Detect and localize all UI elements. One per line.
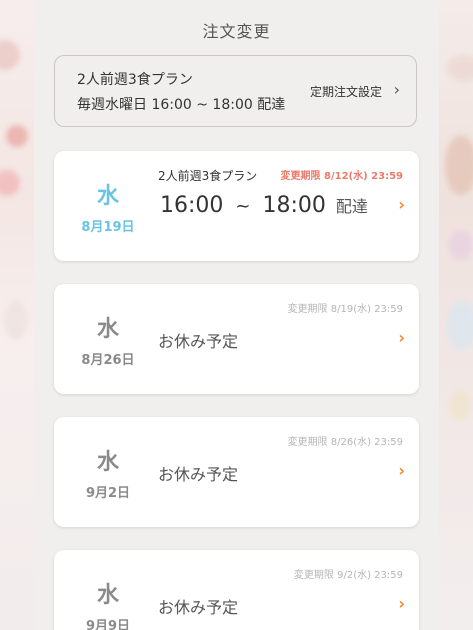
background-decoration: [447, 300, 473, 350]
background-decoration: [449, 230, 473, 260]
delivery-card[interactable]: 水 8月26日 変更期限 8/19(水) 23:59 お休み予定 ›: [54, 284, 419, 394]
delivery-time-start: 16:00: [160, 193, 224, 218]
background-decoration: [449, 390, 471, 420]
order-change-panel: 注文変更 2人前週3食プラン 毎週水曜日 16:00 ~ 18:00 配達 定期…: [34, 0, 439, 630]
recurring-order-settings-button[interactable]: 2人前週3食プラン 毎週水曜日 16:00 ~ 18:00 配達 定期注文設定 …: [54, 55, 417, 127]
delivery-weekday: 水: [96, 184, 119, 209]
background-decoration: [4, 300, 28, 340]
chevron-right-icon: ›: [398, 461, 405, 480]
recurring-order-settings-label: 定期注文設定: [309, 85, 382, 99]
delivery-card[interactable]: 水 8月19日 2人前週3食プラン 変更期限 8/12(水) 23:59 16:…: [54, 151, 419, 261]
delivery-card[interactable]: 水 9月2日 変更期限 8/26(水) 23:59 お休み予定 ›: [54, 417, 419, 527]
page-title: 注文変更: [202, 22, 271, 41]
change-deadline: 変更期限 8/12(水) 23:59: [280, 171, 403, 182]
delivery-weekday: 水: [96, 317, 119, 342]
skip-status: お休み予定: [158, 465, 239, 484]
chevron-right-icon: ›: [393, 80, 400, 99]
plan-name: 2人前週3食プラン: [77, 72, 193, 88]
delivery-time-end: 18:00: [262, 193, 326, 218]
background-right: [439, 0, 473, 630]
delivery-weekday: 水: [96, 450, 119, 475]
chevron-right-icon: ›: [398, 594, 405, 613]
chevron-right-icon: ›: [398, 328, 405, 347]
skip-status: お休み予定: [158, 332, 239, 351]
delivery-date: 8月19日: [81, 220, 135, 235]
delivery-weekday: 水: [96, 583, 119, 608]
change-deadline: 変更期限 9/2(水) 23:59: [293, 570, 403, 581]
background-decoration: [0, 170, 20, 196]
delivery-card[interactable]: 水 9月9日 変更期限 9/2(水) 23:59 お休み予定 ›: [54, 550, 419, 630]
skip-status: お休み予定: [158, 598, 239, 617]
background-decoration: [445, 135, 473, 195]
delivery-date: 9月9日: [85, 619, 131, 630]
chevron-right-icon: ›: [398, 195, 405, 214]
background-left: [0, 0, 34, 630]
change-deadline: 変更期限 8/26(水) 23:59: [287, 437, 403, 448]
delivery-time: 16:00 ~18:00 配達: [160, 193, 368, 218]
change-deadline: 変更期限 8/19(水) 23:59: [287, 304, 403, 315]
delivery-time-separator: ~: [235, 196, 251, 217]
delivery-date: 8月26日: [81, 353, 135, 368]
delivery-plan-name: 2人前週3食プラン: [158, 169, 258, 183]
delivery-date: 9月2日: [85, 486, 131, 501]
delivery-schedule: 毎週水曜日 16:00 ~ 18:00 配達: [77, 97, 286, 113]
background-decoration: [447, 55, 473, 81]
background-decoration: [6, 125, 28, 147]
delivery-label: 配達: [335, 197, 368, 216]
background-decoration: [0, 40, 20, 70]
